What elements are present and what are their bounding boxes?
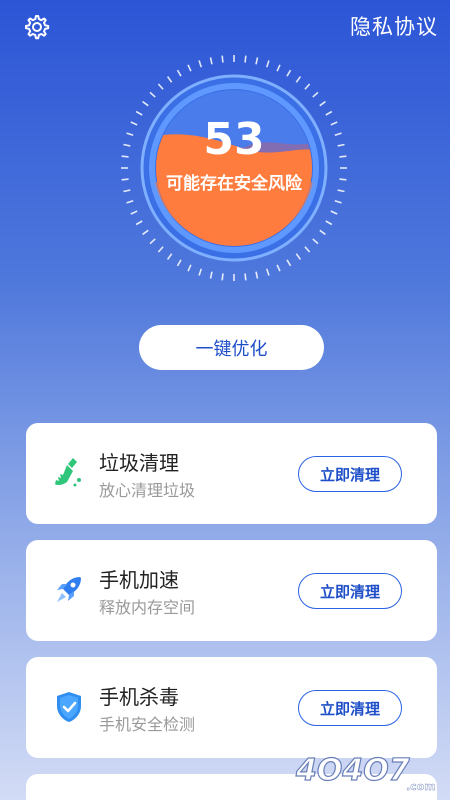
feature-title: 垃圾清理 [99,451,179,475]
gauge-tick [255,57,259,65]
risk-status-text: 可能存在安全风险 [166,174,302,194]
gauge-tick [198,60,203,68]
settings-button[interactable] [22,12,52,42]
gauge-tick [295,253,302,260]
junk-clean-button[interactable]: 立即清理 [298,456,402,492]
gauge-tick [265,60,270,68]
gauge-tick [198,268,203,276]
gauge-tick [135,220,143,226]
security-score: 53 [203,114,265,165]
one-click-optimize-button[interactable]: 一键优化 [139,325,324,370]
feature-card-junk-clean: 垃圾清理 放心清理垃圾 立即清理 [26,423,437,524]
gauge-tick [130,210,138,215]
gauge-tick [166,253,173,260]
gauge-tick [209,57,213,65]
gauge-tick [255,271,259,279]
gauge-tick [157,83,164,90]
gauge-tick [276,264,281,272]
privacy-policy-link[interactable]: 隐私协议 [350,12,438,42]
svg-text:.com: .com [406,780,436,793]
gauge-tick [221,273,224,281]
svg-text:4O4O7: 4O4O7 [295,753,410,788]
gauge-tick [304,83,311,90]
gauge-tick [187,264,192,272]
feature-subtitle: 释放内存空间 [99,598,196,617]
gauge-tick [244,55,247,63]
broom-icon [55,458,81,487]
feature-title: 手机杀毒 [99,685,179,709]
feature-title: 手机加速 [99,568,179,592]
gauge-tick [209,271,213,279]
gauge-tick [187,64,192,72]
gauge-tick [265,268,270,276]
shield-check-icon [57,692,81,722]
speed-up-button[interactable]: 立即清理 [298,573,402,609]
gauge-tick [330,210,338,215]
gauge-tick [286,259,292,267]
gauge-tick [304,246,311,253]
feature-subtitle: 手机安全检测 [99,715,196,734]
feature-subtitle: 放心清理垃圾 [99,481,196,500]
gear-icon [25,15,50,40]
gauge-tick [176,69,182,77]
gauge-tick [142,229,149,236]
top-bar: 隐私协议 [0,0,450,54]
security-score-gauge [121,55,347,281]
feature-card-speed-up: 手机加速 释放内存空间 立即清理 [26,540,437,641]
gauge-tick [325,220,333,226]
gauge-tick [276,64,281,72]
gauge-tick [221,55,224,63]
gauge-tick [126,199,134,204]
antivirus-button[interactable]: 立即清理 [298,690,402,726]
gauge-tick [295,76,302,83]
gauge-tick [149,238,156,245]
gauge-tick [334,199,342,204]
gauge-tick [312,91,319,98]
gauge-tick [286,69,292,77]
watermark-logo: 4O4O7 .com [294,752,436,793]
gauge-tick [176,259,182,267]
gauge-tick [244,273,247,281]
feature-card-antivirus: 手机杀毒 手机安全检测 立即清理 [26,657,437,758]
gauge-tick [312,238,319,245]
gauge-tick [319,100,326,107]
gauge-tick [319,229,326,236]
gauge-tick [166,76,173,83]
gauge-tick [157,246,164,253]
gauge-tick [142,100,149,107]
rocket-icon [57,577,81,602]
gauge-tick [149,91,156,98]
